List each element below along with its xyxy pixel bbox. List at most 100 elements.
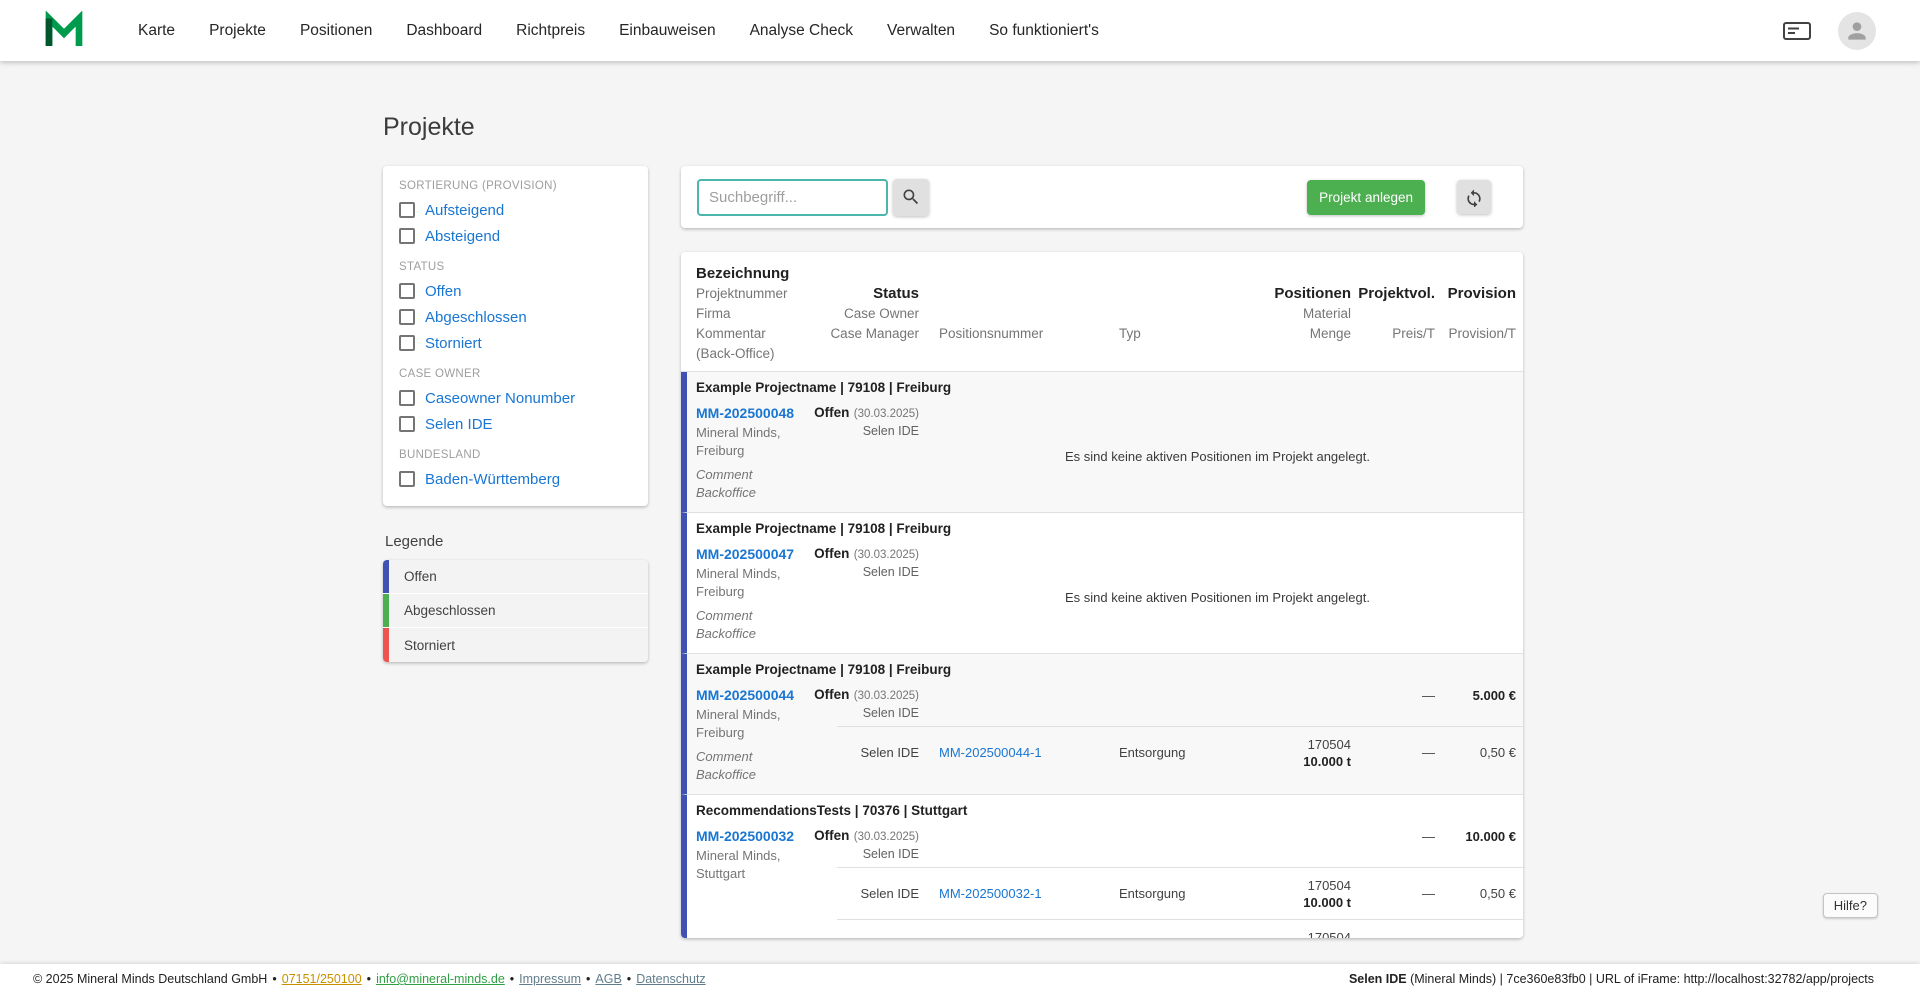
legend-color-swatch	[383, 560, 389, 593]
project-status-cell: Offen (30.03.2025) Selen IDE	[814, 682, 919, 726]
checkbox-icon[interactable]	[399, 471, 415, 487]
nav-item-dashboard[interactable]: Dashboard	[406, 22, 482, 40]
project-title: RecommendationsTests | 70376 | Stuttgart	[696, 803, 968, 818]
filter-section-case-owner: CASE OWNER Caseowner Nonumber Selen IDE	[399, 368, 632, 437]
position-number-link[interactable]: MM-202500044-1	[939, 745, 1042, 760]
no-positions-message: Es sind keine aktiven Positionen im Proj…	[1065, 448, 1370, 464]
checkbox-icon[interactable]	[399, 202, 415, 218]
nav-item-karte[interactable]: Karte	[138, 22, 175, 40]
filter-option-label: Baden-Württemberg	[425, 470, 561, 488]
footer-phone-link[interactable]: 07151/250100	[282, 972, 362, 986]
autorenew-icon	[1467, 189, 1481, 207]
position-preis-t: —	[1422, 886, 1435, 901]
position-menge: 10.000 t	[1303, 894, 1351, 910]
header-col-bezeichnung: Bezeichnung Projektnummer Firma Kommenta…	[696, 264, 837, 364]
footer-copyright: © 2025 Mineral Minds Deutschland GmbH	[33, 972, 268, 986]
header-positionen: Positionen	[1274, 285, 1351, 302]
project-row-mm-202500048: Example Projectname | 79108 | Freiburg M…	[681, 372, 1523, 513]
legend-panel: Offen Abgeschlossen Storniert	[383, 560, 648, 662]
navbar-right	[1782, 11, 1876, 50]
project-volume: —	[1422, 829, 1435, 844]
header-menge: Menge	[1309, 326, 1351, 341]
position-menge: 10.000 t	[1303, 753, 1351, 769]
dvr-icon[interactable]	[1782, 19, 1812, 43]
project-number-link[interactable]: MM-202500044	[696, 684, 794, 706]
create-project-button[interactable]: Projekt anlegen	[1307, 179, 1425, 215]
nav-item-analyse-check[interactable]: Analyse Check	[750, 22, 853, 40]
footer-email-link[interactable]: info@mineral-minds.de	[376, 972, 505, 986]
nav-item-positionen[interactable]: Positionen	[300, 22, 372, 40]
filter-option-storniert[interactable]: Storniert	[399, 330, 632, 356]
header-col-typ: Typ	[1099, 264, 1219, 364]
mineral-minds-logo[interactable]	[44, 10, 84, 51]
nav-item-so-funktionierts[interactable]: So funktioniert's	[989, 22, 1099, 40]
filter-option-caseowner-nonumber[interactable]: Caseowner Nonumber	[399, 385, 632, 411]
project-title: Example Projectname | 79108 | Freiburg	[696, 662, 952, 677]
project-company: Mineral Minds,	[696, 425, 781, 440]
checkbox-icon[interactable]	[399, 309, 415, 325]
nav-item-einbauweisen[interactable]: Einbauweisen	[619, 22, 716, 40]
header-positionsnummer: Positionsnummer	[939, 326, 1044, 341]
user-avatar[interactable]	[1838, 11, 1876, 50]
filter-option-absteigend[interactable]: Absteigend	[399, 223, 632, 249]
footer-session-details: (Mineral Minds) | 7ce360e83fb0 | URL of …	[1406, 972, 1874, 986]
filter-section-title: CASE OWNER	[399, 368, 481, 380]
nav-item-projekte[interactable]: Projekte	[209, 22, 266, 40]
position-row: Selen IDE MM-202500032-2 Entsorgung 1705…	[837, 919, 1523, 938]
search-button[interactable]	[893, 178, 929, 216]
project-summary-row: Offen (30.03.2025) Selen IDE — 10.000 €	[814, 823, 1523, 867]
project-number-link[interactable]: MM-202500048	[696, 402, 794, 424]
status-label: Offen	[814, 405, 850, 420]
project-comment-2: Backoffice	[696, 767, 756, 782]
position-material-cell: 170504 10.000 t	[1219, 929, 1351, 939]
filter-section-sortierung: SORTIERUNG (PROVISION) Aufsteigend Abste…	[399, 180, 632, 249]
position-number-link[interactable]: MM-202500032-1	[939, 886, 1042, 901]
filter-option-label: Storniert	[425, 334, 482, 352]
legend-label: Offen	[404, 569, 437, 584]
nav-item-richtpreis[interactable]: Richtpreis	[516, 22, 585, 40]
nav-item-verwalten[interactable]: Verwalten	[887, 22, 955, 40]
filter-option-label: Offen	[425, 282, 462, 300]
filter-option-abgeschlossen[interactable]: Abgeschlossen	[399, 304, 632, 330]
position-provision-t: 0,50 €	[1479, 745, 1516, 760]
project-number-link[interactable]: MM-202500047	[696, 543, 794, 565]
checkbox-icon[interactable]	[399, 335, 415, 351]
project-volume: —	[1422, 688, 1435, 703]
legend-label: Storniert	[404, 637, 456, 653]
position-material: 170504	[1307, 929, 1351, 939]
table-header: Bezeichnung Projektnummer Firma Kommenta…	[681, 252, 1523, 372]
footer-separator: •	[272, 972, 277, 986]
footer-agb-link[interactable]: AGB	[595, 972, 621, 986]
filter-panel: SORTIERUNG (PROVISION) Aufsteigend Abste…	[383, 166, 648, 506]
checkbox-icon[interactable]	[399, 390, 415, 406]
project-company: Mineral Minds,	[696, 848, 781, 863]
filter-option-aufsteigend[interactable]: Aufsteigend	[399, 197, 632, 223]
footer-impressum-link[interactable]: Impressum	[519, 972, 581, 986]
position-case-manager: Selen IDE	[860, 886, 919, 901]
project-company: Mineral Minds,	[696, 566, 781, 581]
refresh-button[interactable]	[1457, 180, 1491, 214]
main-area: Projekt anlegen Bezeichnung Projektnumme…	[681, 166, 1523, 938]
search-input[interactable]	[697, 178, 888, 216]
filter-option-selen-ide[interactable]: Selen IDE	[399, 411, 632, 437]
filter-option-offen[interactable]: Offen	[399, 278, 632, 304]
no-positions-message: Es sind keine aktiven Positionen im Proj…	[1065, 589, 1370, 605]
filter-option-label: Abgeschlossen	[425, 308, 527, 326]
filter-option-baden-wuerttemberg[interactable]: Baden-Württemberg	[399, 466, 632, 492]
header-backoffice: (Back-Office)	[696, 346, 775, 361]
header-provision-t: Provision/T	[1448, 326, 1516, 341]
project-title: Example Projectname | 79108 | Freiburg	[696, 521, 952, 536]
checkbox-icon[interactable]	[399, 283, 415, 299]
project-number-link[interactable]: MM-202500032	[696, 825, 794, 847]
checkbox-icon[interactable]	[399, 416, 415, 432]
project-company-city: Freiburg	[696, 584, 745, 599]
projects-toolbar: Projekt anlegen	[681, 166, 1523, 228]
header-col-status: Status Case Owner Case Manager	[830, 264, 919, 364]
checkbox-icon[interactable]	[399, 228, 415, 244]
header-preis-t: Preis/T	[1392, 326, 1435, 341]
help-button[interactable]: Hilfe?	[1822, 893, 1878, 918]
header-bezeichnung: Bezeichnung	[696, 265, 790, 282]
position-case-manager: Selen IDE	[860, 745, 919, 760]
header-material: Material	[1302, 306, 1351, 321]
footer-datenschutz-link[interactable]: Datenschutz	[636, 972, 705, 986]
